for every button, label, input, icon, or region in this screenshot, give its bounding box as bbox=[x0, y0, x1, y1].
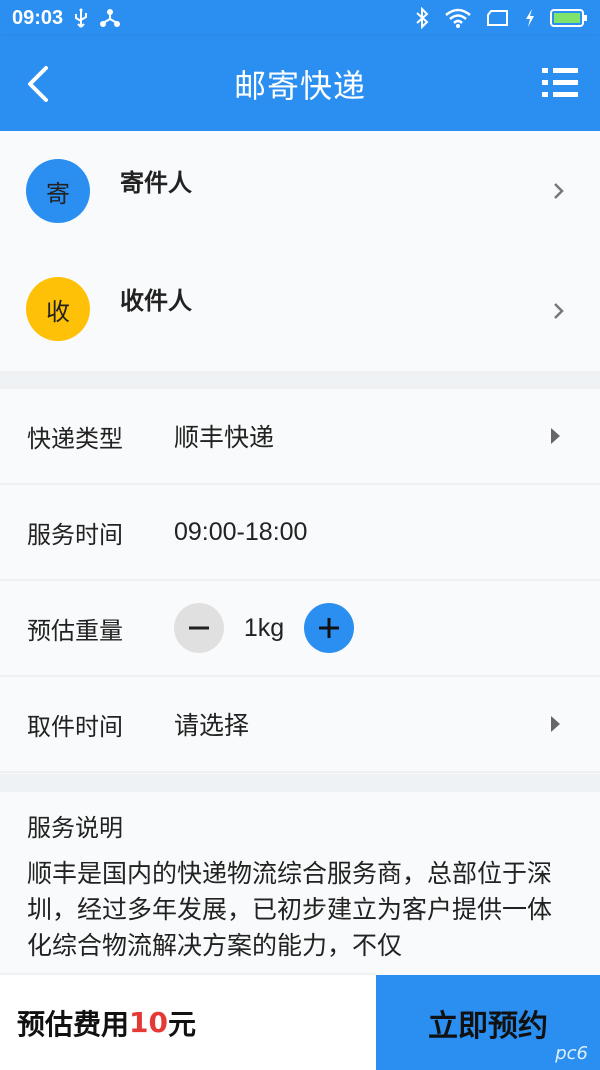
sender-badge: 寄 bbox=[26, 159, 90, 223]
title-bar: 邮寄快递 bbox=[0, 36, 600, 131]
estimate-amount: 10 bbox=[129, 1006, 168, 1039]
weight-value: 1kg bbox=[243, 613, 285, 642]
description-title: 服务说明 bbox=[27, 814, 123, 842]
plus-icon bbox=[319, 618, 339, 638]
wifi-icon bbox=[445, 8, 471, 28]
caret-right-icon bbox=[551, 428, 560, 444]
chevron-right-icon bbox=[554, 183, 564, 199]
section-divider bbox=[0, 774, 600, 792]
watermark: pc6 bbox=[555, 1043, 588, 1064]
sender-label: 寄件人 bbox=[120, 169, 192, 197]
receiver-row[interactable]: 收 收件人 bbox=[0, 251, 600, 371]
weight-stepper: 1kg bbox=[174, 603, 354, 653]
section-divider bbox=[0, 371, 600, 389]
weight-label: 预估重量 bbox=[27, 616, 123, 645]
sim-icon bbox=[487, 10, 508, 26]
bottom-bar: 预估费用 10 元 立即预约 bbox=[0, 975, 600, 1070]
bluetooth-icon bbox=[416, 7, 429, 29]
courier-type-row[interactable]: 快递类型 顺丰快递 bbox=[0, 389, 600, 485]
battery-icon bbox=[550, 9, 587, 27]
description-body: 顺丰是国内的快递物流综合服务商，总部位于深圳，经过多年发展，已初步建立为客户提供… bbox=[27, 859, 553, 960]
chevron-right-icon bbox=[554, 303, 564, 319]
receiver-label: 收件人 bbox=[120, 287, 192, 315]
usb-icon bbox=[75, 8, 88, 28]
share-icon bbox=[100, 9, 121, 27]
service-description: 服务说明 顺丰是国内的快递物流综合服务商，总部位于深圳，经过多年发展，已初步建立… bbox=[0, 792, 600, 992]
back-icon[interactable] bbox=[22, 64, 56, 104]
courier-type-label: 快递类型 bbox=[27, 424, 123, 453]
estimate-prefix: 预估费用 bbox=[17, 1007, 130, 1041]
weight-row: 预估重量 1kg bbox=[0, 581, 600, 677]
service-time-value: 09:00-18:00 bbox=[174, 517, 308, 546]
page-title: 邮寄快递 bbox=[233, 66, 366, 105]
pickup-time-row[interactable]: 取件时间 请选择 bbox=[0, 677, 600, 773]
decrease-weight-button[interactable] bbox=[174, 603, 224, 653]
pickup-time-value: 请选择 bbox=[174, 712, 250, 740]
service-time-label: 服务时间 bbox=[27, 520, 123, 549]
charging-icon bbox=[526, 9, 534, 27]
pickup-time-label: 取件时间 bbox=[27, 712, 123, 741]
courier-type-value: 顺丰快递 bbox=[174, 424, 275, 452]
estimated-cost: 预估费用 10 元 bbox=[0, 975, 376, 1070]
increase-weight-button[interactable] bbox=[304, 603, 354, 653]
party-section: 寄 寄件人 收 收件人 bbox=[0, 131, 600, 371]
status-time: 09:03 bbox=[12, 6, 64, 29]
sender-row[interactable]: 寄 寄件人 bbox=[0, 131, 600, 251]
service-time-row: 服务时间 09:00-18:00 bbox=[0, 485, 600, 581]
receiver-badge: 收 bbox=[26, 277, 90, 341]
caret-right-icon bbox=[551, 716, 560, 732]
estimate-suffix: 元 bbox=[167, 1007, 196, 1041]
minus-icon bbox=[189, 626, 209, 630]
status-bar: 09:03 bbox=[0, 0, 600, 36]
list-icon[interactable] bbox=[542, 66, 578, 100]
